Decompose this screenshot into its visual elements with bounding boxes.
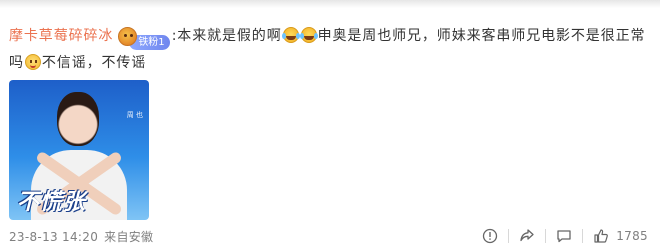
laugh-cry-emoji: [281, 27, 299, 43]
fan-badge[interactable]: 铁粉1: [118, 26, 170, 50]
comment-text: 摩卡草莓碎碎冰 铁粉1:本来就是假的啊 申奥是周也师兄，师妹来客串师兄电影不是很正常…: [9, 23, 649, 77]
comment-image[interactable]: 周 也 不慌张: [9, 80, 149, 220]
comment-username[interactable]: 摩卡草莓碎碎冰: [9, 28, 113, 44]
comment-meta: 23-8-13 14:20 来自安徽: [9, 228, 153, 245]
poster-name: 周 也: [126, 111, 143, 119]
action-separator: [582, 229, 584, 243]
top-divider: [0, 0, 660, 8]
comment-icon[interactable]: [554, 226, 574, 246]
comment-source: 来自安徽: [104, 230, 154, 244]
action-separator: [545, 229, 547, 243]
comment-segment-3: 不信谣，不传谣: [41, 55, 147, 71]
smile-emoji: [24, 54, 41, 70]
fan-badge-icon: [118, 26, 138, 46]
like-count: 1785: [616, 229, 648, 243]
like-icon[interactable]: [591, 226, 611, 246]
laugh-cry-emoji: [299, 27, 317, 43]
comment-actions: 1785: [480, 226, 648, 246]
action-separator: [508, 229, 510, 243]
comment-date: 23-8-13 14:20: [9, 230, 99, 244]
comment-footer: 23-8-13 14:20 来自安徽 1785: [0, 223, 660, 249]
report-icon[interactable]: [480, 226, 500, 246]
comment-segment-1: :本来就是假的啊: [171, 28, 282, 44]
share-icon[interactable]: [517, 226, 537, 246]
poster-title: 不慌张: [17, 190, 87, 215]
poster-figure-head: [57, 92, 99, 146]
